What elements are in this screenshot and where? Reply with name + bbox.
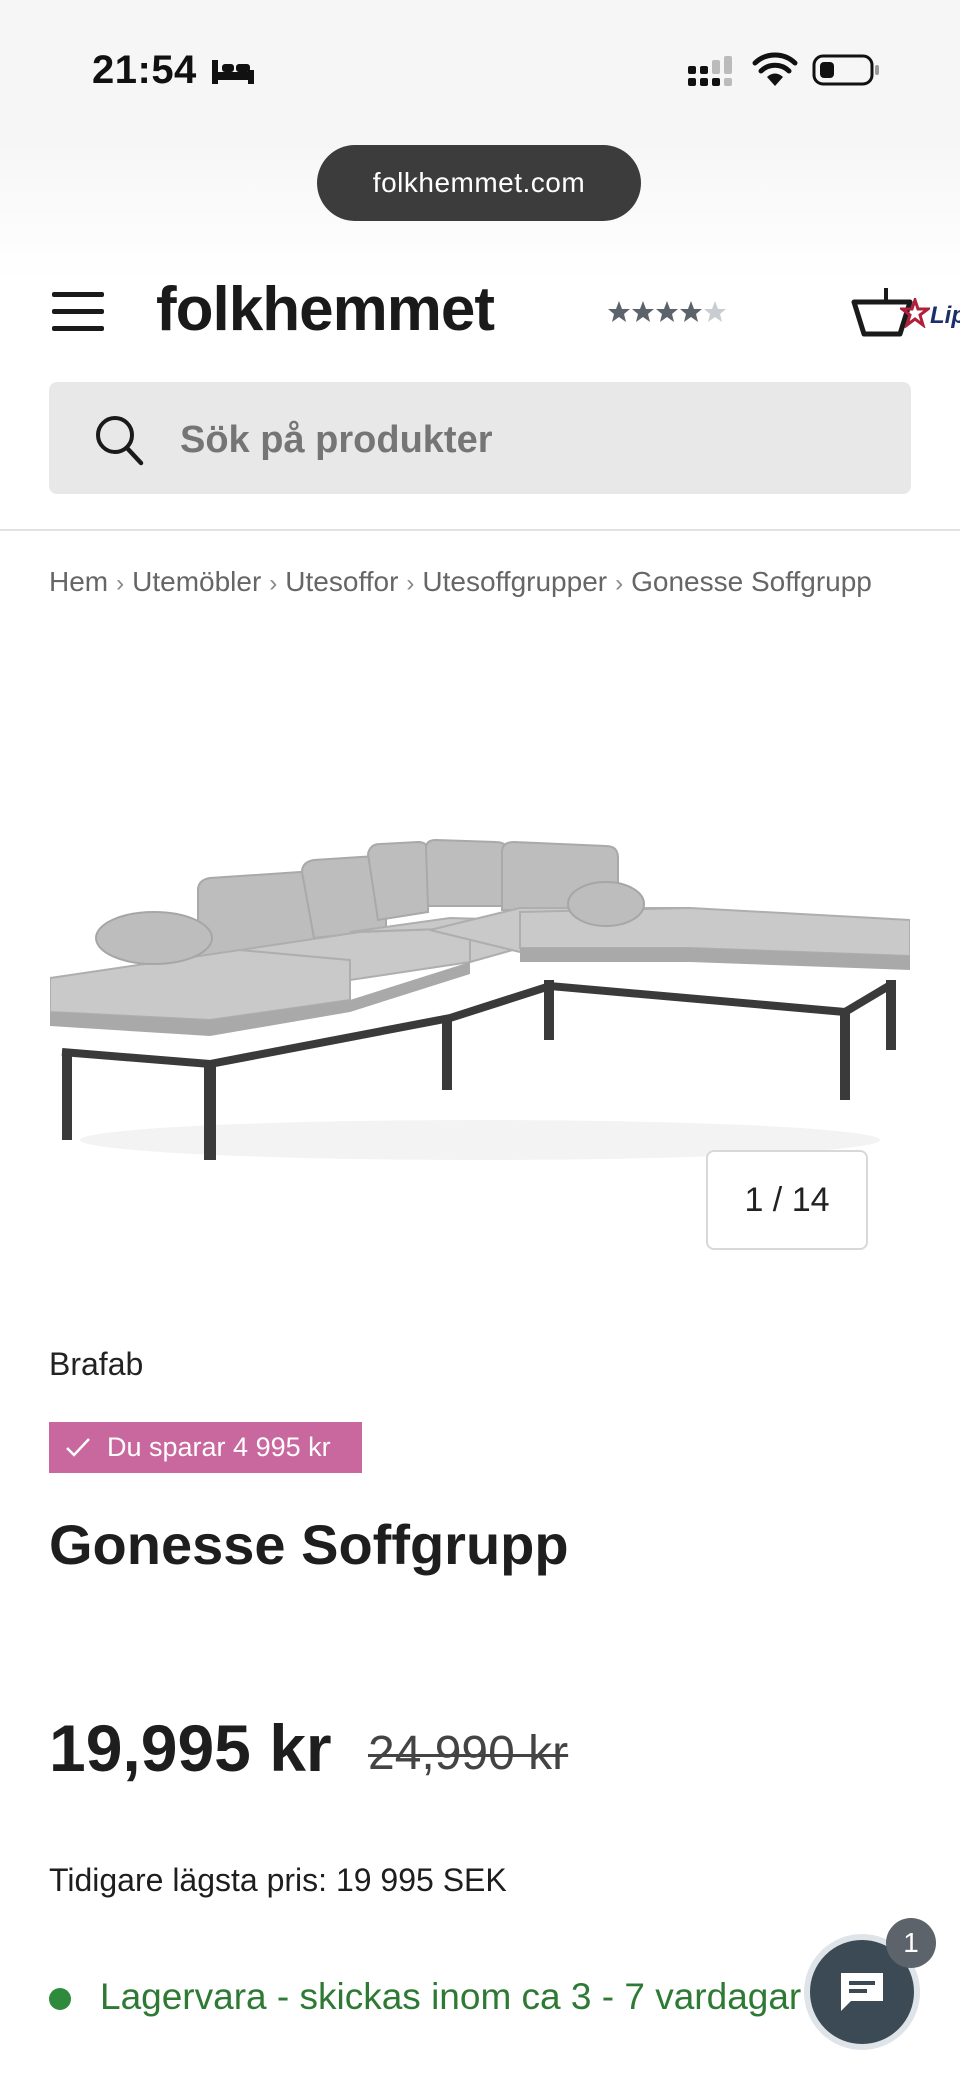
breadcrumb-item-hem[interactable]: Hem (49, 566, 108, 597)
savings-text: Du sparar 4 995 kr (107, 1432, 331, 1462)
stock-status-text: Lagervara - skickas inom ca 3 - 7 vardag… (100, 1976, 802, 2017)
breadcrumb-item-utesoffgrupper[interactable]: Utesoffgrupper (422, 566, 607, 597)
original-price: 24,990 kr (368, 1727, 569, 1780)
url-bar[interactable]: folkhemmet.com (317, 145, 641, 221)
header-divider (0, 529, 960, 531)
breadcrumb-item-utemobler[interactable]: Utemöbler (132, 566, 261, 597)
lowest-price-note: Tidigare lägsta pris: 19 995 SEK (49, 1862, 507, 1898)
rating-stars-icon[interactable] (608, 298, 730, 326)
wifi-icon (752, 52, 798, 86)
site-logo[interactable]: folkhemmet (156, 274, 495, 345)
image-counter[interactable]: 1 / 14 (706, 1150, 868, 1250)
breadcrumb-item-utesoffor[interactable]: Utesoffor (285, 566, 398, 597)
sleep-bed-icon (212, 60, 254, 84)
search-input[interactable] (180, 412, 880, 468)
status-bar: 21:54 (0, 0, 960, 140)
savings-badge: Du sparar 4 995 kr (49, 1422, 362, 1473)
product-brand[interactable]: Brafab (49, 1346, 143, 1383)
status-time: 21:54 (92, 48, 197, 92)
battery-icon (812, 54, 879, 86)
product-image[interactable] (50, 780, 910, 1180)
search-icon[interactable] (94, 414, 144, 466)
breadcrumb-separator: › (269, 570, 278, 597)
chat-notification-badge: 1 (886, 1918, 936, 1968)
product-title: Gonesse Soffgrupp (49, 1513, 569, 1576)
checkmark-icon (66, 1438, 90, 1457)
star-outline-icon (900, 298, 930, 328)
chat-bubble-icon (841, 1973, 883, 2011)
cellular-signal-icon (688, 56, 732, 86)
hamburger-menu-icon[interactable] (52, 290, 104, 334)
current-price: 19,995 kr (49, 1711, 332, 1785)
partner-label: Lip (930, 302, 960, 329)
breadcrumb-separator: › (116, 570, 125, 597)
breadcrumb-separator: › (406, 570, 415, 597)
breadcrumb: Hem › Utemöbler › Utesoffor › Utesoffgrupper › G… (49, 566, 919, 606)
breadcrumb-item-current: Gonesse Soffgrupp (631, 566, 872, 597)
stock-status-dot (49, 1988, 71, 2010)
breadcrumb-separator: › (615, 570, 624, 597)
